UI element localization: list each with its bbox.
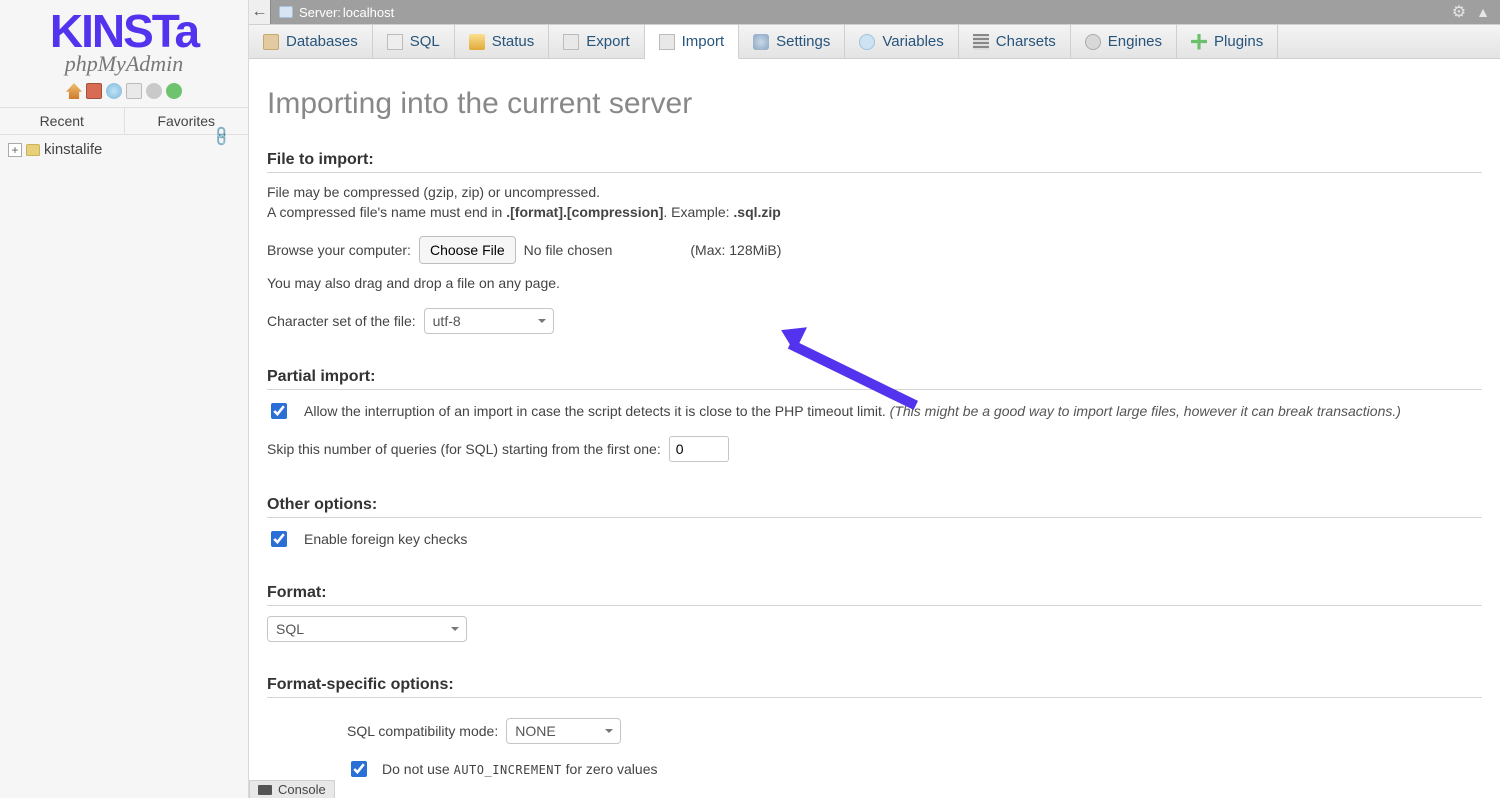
settings-icon (753, 34, 769, 50)
allow-interrupt-hint: (This might be a good way to import larg… (890, 403, 1401, 419)
file-help-line2: A compressed file's name must end in .[f… (267, 203, 1482, 223)
tab-charsets[interactable]: Charsets (959, 25, 1071, 58)
drag-drop-hint: You may also drag and drop a file on any… (267, 274, 1482, 294)
breadcrumb-server-name: localhost (343, 5, 394, 20)
tree-expand-icon[interactable]: + (8, 143, 22, 157)
tab-label: Plugins (1214, 33, 1263, 50)
charset-label: Character set of the file: (267, 313, 416, 329)
legend-other: Other options: (267, 496, 1482, 518)
tab-import[interactable]: Import (645, 25, 740, 59)
browse-label: Browse your computer: (267, 242, 411, 258)
format-select[interactable]: SQL (267, 616, 467, 642)
home-icon[interactable] (66, 83, 82, 99)
engines-icon (1085, 34, 1101, 50)
page-title: Importing into the current server (267, 87, 1482, 121)
no-autoincrement-checkbox[interactable] (351, 761, 367, 777)
breadcrumb[interactable]: Server: localhost (279, 5, 394, 20)
skip-queries-label: Skip this number of queries (for SQL) st… (267, 441, 661, 457)
app-logo-subtitle: phpMyAdmin (4, 51, 244, 77)
tab-databases[interactable]: Databases (249, 25, 373, 58)
db-tree: + kinstalife (0, 135, 248, 164)
tab-plugins[interactable]: Plugins (1177, 25, 1278, 58)
back-button[interactable]: ← (249, 0, 271, 24)
docs-icon[interactable] (126, 83, 142, 99)
choose-file-button[interactable]: Choose File (419, 236, 516, 264)
tab-label: SQL (410, 33, 440, 50)
tab-engines[interactable]: Engines (1071, 25, 1177, 58)
logo-block: KINSTa phpMyAdmin (0, 0, 248, 99)
db-tree-item-label: kinstalife (44, 141, 102, 158)
globe-icon[interactable] (106, 83, 122, 99)
database-icon (26, 144, 40, 156)
fieldset-file-import: File to import: File may be compressed (… (267, 151, 1482, 344)
db-tree-item-kinstalife[interactable]: + kinstalife (8, 141, 240, 158)
app-logo: KINSTa (4, 8, 244, 54)
exit-icon[interactable] (86, 83, 102, 99)
topbar-collapse-icon[interactable]: ▲ (1476, 4, 1490, 20)
allow-interrupt-label: Allow the interruption of an import in c… (304, 403, 886, 419)
tab-label: Databases (286, 33, 358, 50)
sidebar-mini-icons (4, 83, 244, 99)
sidebar-tabs: Recent Favorites (0, 107, 248, 135)
legend-fso: Format-specific options: (267, 676, 1482, 698)
tab-label: Import (682, 33, 725, 50)
charset-select[interactable]: utf-8 (424, 308, 554, 334)
variables-icon (859, 34, 875, 50)
databases-icon (263, 34, 279, 50)
tab-label: Export (586, 33, 629, 50)
content-area: Importing into the current server File t… (249, 59, 1500, 780)
console-icon (258, 785, 272, 795)
import-icon (659, 34, 675, 50)
sidebar-tab-favorites[interactable]: Favorites (125, 108, 249, 134)
legend-format: Format: (267, 584, 1482, 606)
file-help-line1: File may be compressed (gzip, zip) or un… (267, 183, 1482, 203)
tab-sql[interactable]: SQL (373, 25, 455, 58)
tab-status[interactable]: Status (455, 25, 550, 58)
fieldset-format-specific: Format-specific options: SQL compatibili… (267, 676, 1482, 780)
main-tabs: Databases SQL Status Export Import Setti… (249, 24, 1500, 59)
fkc-checkbox[interactable] (271, 531, 287, 547)
refresh-icon[interactable] (166, 83, 182, 99)
topbar: ← Server: localhost ⚙ ▲ (249, 0, 1500, 24)
legend-partial: Partial import: (267, 368, 1482, 390)
tab-variables[interactable]: Variables (845, 25, 958, 58)
legend-file-import: File to import: (267, 151, 1482, 173)
server-icon (279, 6, 293, 18)
console-label: Console (278, 782, 326, 797)
fieldset-format: Format: SQL (267, 584, 1482, 652)
compat-label: SQL compatibility mode: (347, 723, 498, 739)
tab-label: Status (492, 33, 535, 50)
tab-label: Charsets (996, 33, 1056, 50)
no-autoincrement-label: Do not use AUTO_INCREMENT for zero value… (382, 761, 657, 777)
no-file-chosen-text: No file chosen (524, 242, 613, 258)
fieldset-partial-import: Partial import: Allow the interruption o… (267, 368, 1482, 472)
breadcrumb-server-prefix: Server: (299, 5, 341, 20)
tab-label: Engines (1108, 33, 1162, 50)
compat-select[interactable]: NONE (506, 718, 621, 744)
sql-icon (387, 34, 403, 50)
tab-label: Variables (882, 33, 943, 50)
fieldset-other-options: Other options: Enable foreign key checks (267, 496, 1482, 560)
status-icon (469, 34, 485, 50)
tab-label: Settings (776, 33, 830, 50)
tab-export[interactable]: Export (549, 25, 644, 58)
console-toggle[interactable]: Console (249, 780, 335, 798)
skip-queries-input[interactable] (669, 436, 729, 462)
allow-interrupt-checkbox[interactable] (271, 403, 287, 419)
sidebar: KINSTa phpMyAdmin Recent Favorites 🔗 + k… (0, 0, 249, 798)
fkc-label: Enable foreign key checks (304, 531, 467, 547)
topbar-gear-icon[interactable]: ⚙ (1452, 2, 1466, 22)
export-icon (563, 34, 579, 50)
max-size-text: (Max: 128MiB) (690, 242, 781, 258)
plugins-icon (1191, 34, 1207, 50)
charsets-icon (973, 34, 989, 50)
gear-icon[interactable] (146, 83, 162, 99)
sidebar-tab-recent[interactable]: Recent (0, 108, 125, 134)
tab-settings[interactable]: Settings (739, 25, 845, 58)
